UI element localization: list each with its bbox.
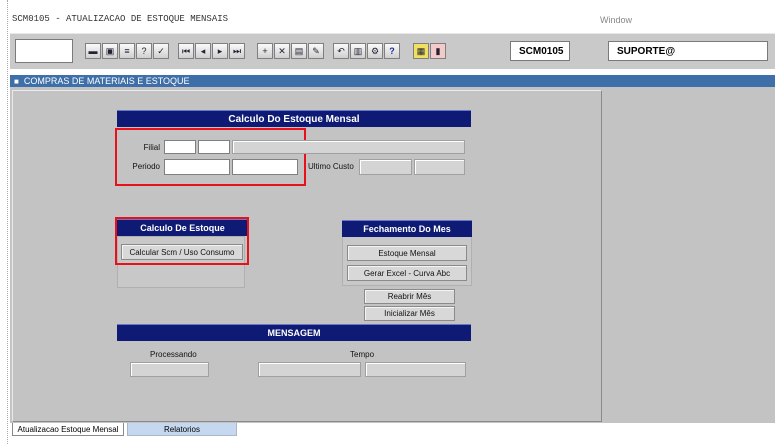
tab-relatorios[interactable]: Relatorios <box>127 423 237 436</box>
program-code: SCM0105 <box>510 41 570 61</box>
periodo-label: Periodo <box>132 162 160 171</box>
tools-icon[interactable]: ⚙ <box>367 43 383 59</box>
ultimo-custo-field-2 <box>414 159 465 175</box>
toolbar: ▬ ▣ ≡ ? ✓ ⏮ ◂ ▸ ⏭ + ✕ ▤ ✎ ↶ ▥ ⚙ ? ▦ ▮ SC… <box>10 33 775 69</box>
exit-icon[interactable]: ≡ <box>119 43 135 59</box>
filial-label: Filial <box>143 143 160 152</box>
list-icon[interactable]: ▥ <box>350 43 366 59</box>
left-border <box>0 0 8 444</box>
save-icon[interactable]: ▬ <box>85 43 101 59</box>
tempo-field-2 <box>365 362 466 377</box>
tempo-label: Tempo <box>350 350 375 359</box>
toolbar-blank-field[interactable] <box>15 39 73 63</box>
estoque-mensal-button[interactable]: Estoque Mensal <box>347 245 467 261</box>
ultimo-custo-label: Ultimo Custo <box>308 162 354 171</box>
window-menu[interactable]: Window <box>600 15 632 25</box>
calculo-mensal-header: Calculo Do Estoque Mensal <box>117 110 471 127</box>
help-icon[interactable]: ? <box>384 43 400 59</box>
periodo-start-input[interactable] <box>164 159 230 175</box>
undo-icon[interactable]: ↶ <box>333 43 349 59</box>
edit-icon[interactable]: ✎ <box>308 43 324 59</box>
tab-atualizacao-estoque[interactable]: Atualizacao Estoque Mensal <box>12 423 124 436</box>
ultimo-custo-field-1 <box>359 159 412 175</box>
gerar-excel-button[interactable]: Gerar Excel - Curva Abc <box>347 265 467 281</box>
last-record-icon[interactable]: ⏭ <box>229 43 245 59</box>
filial-description-field <box>232 140 465 154</box>
highlight-filial-periodo <box>115 128 306 186</box>
filial-sub-input[interactable] <box>198 140 230 154</box>
query-icon[interactable]: ? <box>136 43 152 59</box>
fechamento-header: Fechamento Do Mes <box>342 220 472 237</box>
right-canvas <box>604 90 775 422</box>
chart-icon[interactable]: ▮ <box>430 43 446 59</box>
module-label: COMPRAS DE MATERIAIS E ESTOQUE <box>23 76 190 86</box>
query-execute-icon[interactable]: ✓ <box>153 43 169 59</box>
module-icon: ■ <box>14 76 19 86</box>
processando-label: Processando <box>150 350 197 359</box>
insert-record-icon[interactable]: + <box>257 43 273 59</box>
calcular-scm-button[interactable]: Calcular Scm / Uso Consumo <box>121 244 243 260</box>
filial-code-input[interactable] <box>164 140 196 154</box>
window-title: SCM0105 - ATUALIZACAO DE ESTOQUE MENSAIS <box>12 14 229 24</box>
reabrir-mes-button[interactable]: Reabrir Mês <box>364 289 455 304</box>
next-record-icon[interactable]: ▸ <box>212 43 228 59</box>
inicializar-mes-button[interactable]: Inicializar Mês <box>364 306 455 321</box>
first-record-icon[interactable]: ⏮ <box>178 43 194 59</box>
duplicate-icon[interactable]: ▤ <box>291 43 307 59</box>
print-icon[interactable]: ▣ <box>102 43 118 59</box>
tempo-field-1 <box>258 362 361 377</box>
tab-strip <box>10 423 775 444</box>
periodo-end-input[interactable] <box>232 159 298 175</box>
delete-record-icon[interactable]: ✕ <box>274 43 290 59</box>
previous-record-icon[interactable]: ◂ <box>195 43 211 59</box>
calculator-icon[interactable]: ▦ <box>413 43 429 59</box>
mensagem-header: MENSAGEM <box>117 324 471 341</box>
module-bar: ■ COMPRAS DE MATERIAIS E ESTOQUE <box>10 75 775 87</box>
user-field: SUPORTE@ <box>608 41 768 61</box>
processando-field <box>130 362 209 377</box>
